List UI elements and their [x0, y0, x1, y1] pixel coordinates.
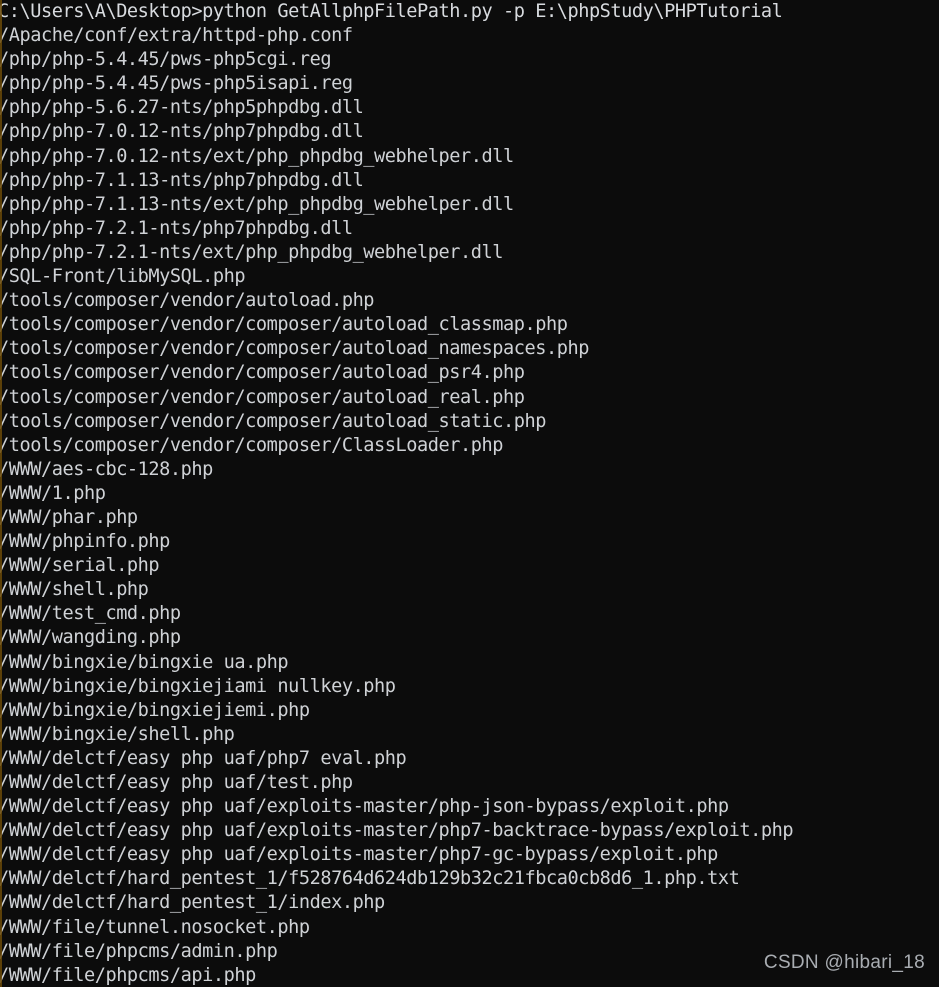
terminal-output-line: /WWW/delctf/easy php uaf/exploits-master… — [0, 796, 729, 818]
terminal-output-line: /tools/composer/vendor/composer/autoload… — [0, 362, 525, 384]
terminal-output-line: /php/php-7.2.1-nts/ext/php_phpdbg_webhel… — [0, 241, 503, 263]
terminal-output-line: /WWW/phar.php — [0, 506, 138, 528]
terminal-output-line: /WWW/serial.php — [0, 555, 160, 577]
terminal-output-line: /php/php-7.2.1-nts/php7phpdbg.dll — [0, 217, 353, 239]
terminal-output-line: /WWW/delctf/hard_pentest_1/index.php — [0, 892, 385, 914]
terminal-output-line: /tools/composer/vendor/composer/autoload… — [0, 338, 589, 360]
terminal-output-line: /Apache/conf/extra/httpd-php.conf — [0, 25, 353, 47]
terminal-output-line: /WWW/bingxie/bingxie ua.php — [0, 651, 289, 673]
terminal-output-line: /WWW/file/tunnel.nosocket.php — [0, 916, 310, 938]
terminal-output-line: /WWW/test_cmd.php — [0, 603, 181, 625]
terminal-output-line: /php/php-7.1.13-nts/php7phpdbg.dll — [0, 169, 364, 191]
terminal-output-line: /SQL-Front/libMySQL.php — [0, 266, 246, 288]
terminal-output-line: /WWW/phpinfo.php — [0, 531, 170, 553]
terminal-prompt-line: C:\Users\A\Desktop>python GetAllphpFileP… — [0, 1, 783, 22]
csdn-watermark: CSDN @hibari_18 — [763, 952, 925, 973]
terminal-output-line: /tools/composer/vendor/composer/ClassLoa… — [0, 434, 503, 456]
terminal-output-line: /WWW/delctf/easy php uaf/test.php — [0, 772, 353, 793]
terminal-output-line: /WWW/bingxie/bingxiejiami nullkey.php — [0, 675, 396, 697]
terminal-output-line: /WWW/aes-cbc-128.php — [0, 458, 213, 480]
terminal-output-line: /WWW/delctf/easy php uaf/exploits-master… — [0, 844, 718, 866]
terminal-output-line: /WWW/delctf/hard_pentest_1/f528764d624db… — [0, 868, 740, 890]
terminal-output-line: /WWW/delctf/easy php uaf/php7 eval.php — [0, 747, 407, 769]
terminal-output-line: /WWW/wangding.php — [0, 627, 181, 649]
terminal-output-line: /tools/composer/vendor/autoload.php — [0, 290, 375, 312]
terminal-output-line: /WWW/bingxie/bingxiejiemi.php — [0, 699, 310, 721]
terminal-output-line: /WWW/delctf/easy php uaf/exploits-master… — [0, 820, 794, 842]
terminal-output-line: /WWW/bingxie/shell.php — [0, 723, 235, 745]
terminal-output-line: /php/php-7.1.13-nts/ext/php_phpdbg_webhe… — [0, 193, 514, 215]
terminal-output-line: /php/php-5.4.45/pws-php5isapi.reg — [0, 73, 353, 95]
terminal-window[interactable]: C:\Users\A\Desktop>python GetAllphpFileP… — [0, 0, 939, 987]
terminal-output-line: /WWW/1.php — [0, 482, 106, 504]
terminal-output-line: /php/php-5.4.45/pws-php5cgi.reg — [0, 49, 332, 71]
terminal-output-line: /WWW/shell.php — [0, 579, 149, 601]
terminal-output-line: /php/php-7.0.12-nts/php7phpdbg.dll — [0, 121, 364, 143]
terminal-output-line: /php/php-7.0.12-nts/ext/php_phpdbg_webhe… — [0, 145, 514, 167]
terminal-output-line: /php/php-5.6.27-nts/php5phpdbg.dll — [0, 97, 364, 119]
terminal-output-line: /tools/composer/vendor/composer/autoload… — [0, 314, 568, 336]
terminal-output: C:\Users\A\Desktop>python GetAllphpFileP… — [0, 0, 939, 987]
terminal-output-line: /tools/composer/vendor/composer/autoload… — [0, 410, 546, 432]
terminal-output-line: /tools/composer/vendor/composer/autoload… — [0, 386, 525, 408]
